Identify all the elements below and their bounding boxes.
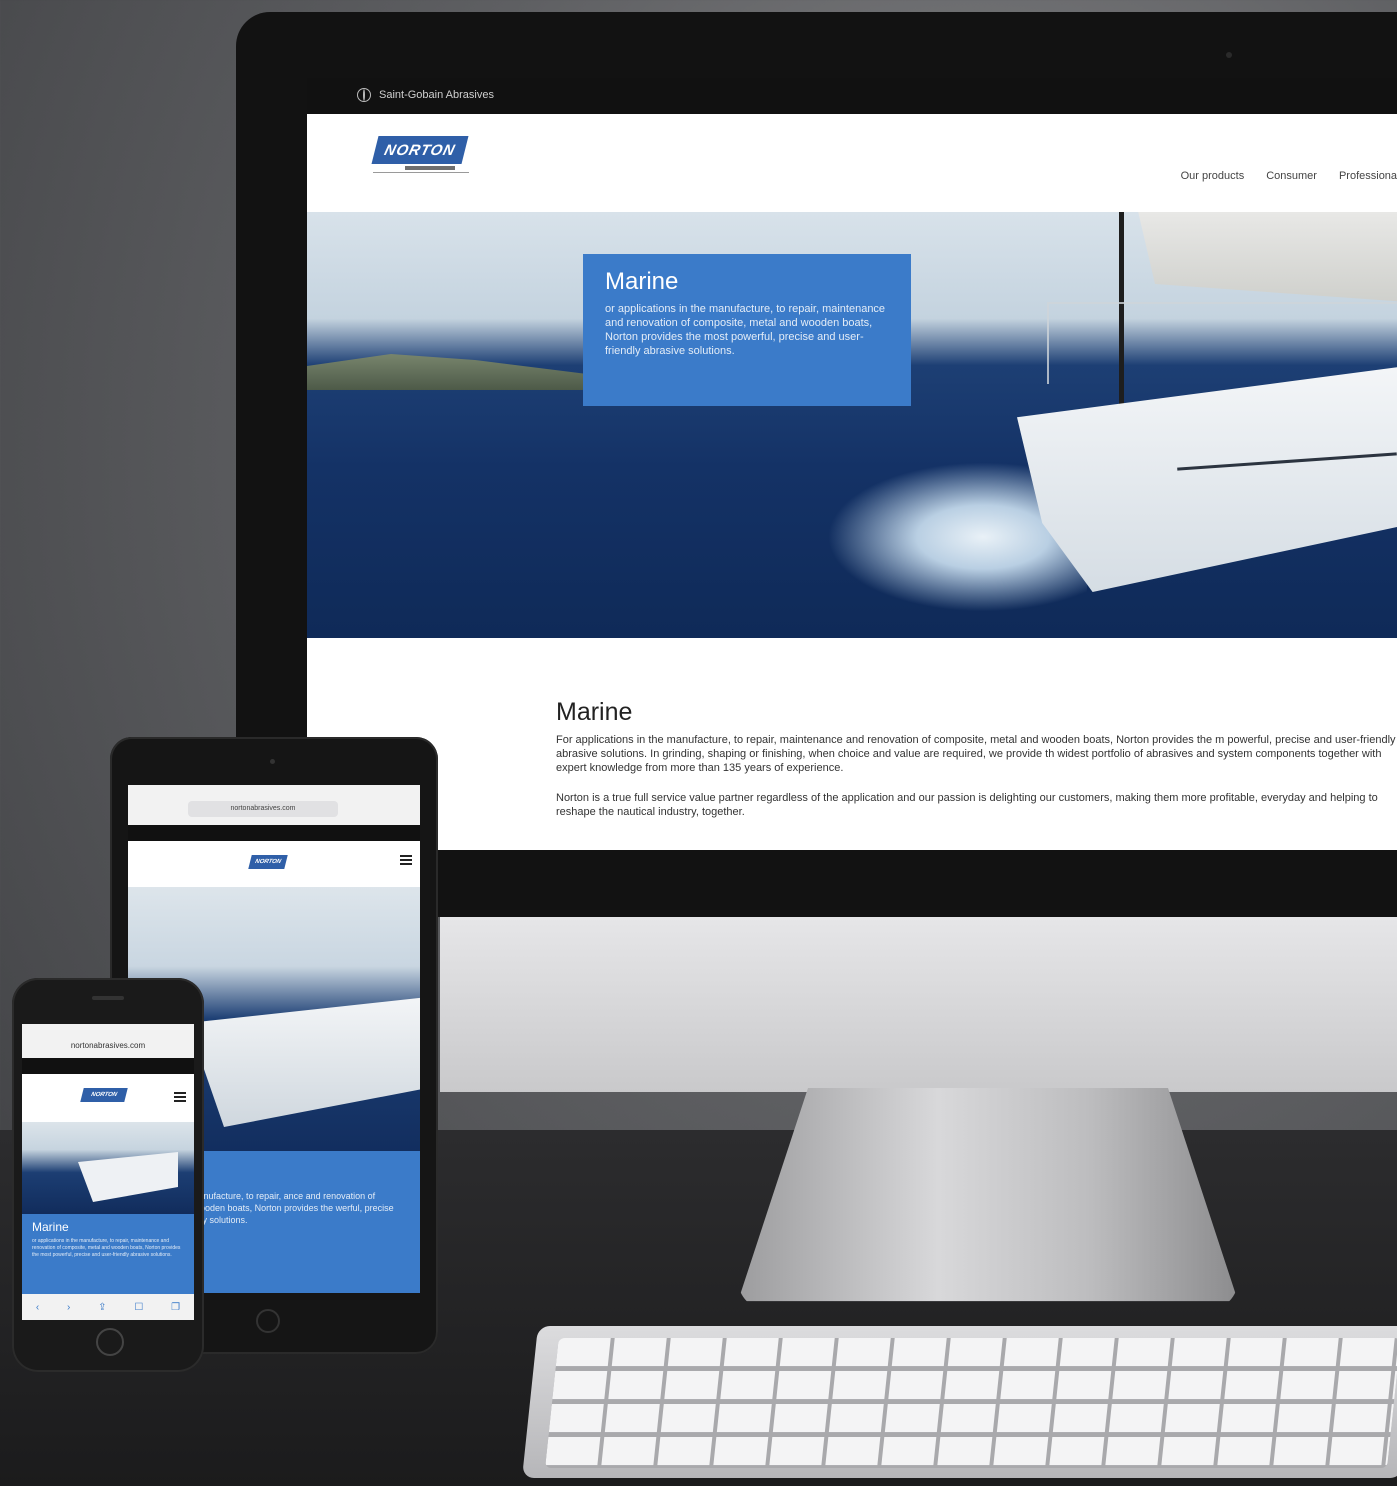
nav-professionals[interactable]: Professionals xyxy=(1339,170,1397,182)
coastline-image xyxy=(307,354,587,390)
phone-utility-bar xyxy=(22,1058,194,1074)
phone-norton-logo[interactable]: NORTON xyxy=(80,1088,128,1102)
nav-consumer[interactable]: Consumer xyxy=(1266,170,1317,182)
phone-hero-text-box: Marine or applications in the manufactur… xyxy=(22,1214,194,1294)
tablet-norton-logo[interactable]: NORTON xyxy=(248,855,288,869)
phone-webpage: nortonabrasives.com NORTON Marine or app… xyxy=(22,1024,194,1320)
forward-icon[interactable]: › xyxy=(67,1302,70,1313)
phone-speaker xyxy=(92,996,124,1000)
hero-banner: Marine or applications in the manufactur… xyxy=(307,212,1397,638)
tablet-utility-bar xyxy=(128,825,420,841)
deck-rail-image xyxy=(1047,302,1397,384)
tabs-icon[interactable]: ❐ xyxy=(171,1302,180,1313)
hero-title: Marine xyxy=(605,268,679,295)
phone-url-field[interactable]: nortonabrasives.com xyxy=(22,1034,194,1058)
tablet-header: NORTON xyxy=(128,841,420,887)
site-header: NORTON Our products Consumer Professiona… xyxy=(307,114,1397,212)
phone-hero-image xyxy=(22,1122,194,1214)
monitor-camera xyxy=(1226,52,1232,58)
monitor-chin xyxy=(440,917,1397,1092)
tablet-url-field[interactable]: nortonabrasives.com xyxy=(188,801,338,817)
content-paragraph-2: Norton is a true full service value part… xyxy=(556,792,1378,818)
content-paragraph-1: For applications in the manufacture, to … xyxy=(556,734,1396,774)
logo-underline xyxy=(373,172,469,173)
share-icon[interactable]: ⇪ xyxy=(98,1302,106,1313)
tablet-browser-bar: nortonabrasives.com xyxy=(128,795,420,825)
phone-header: NORTON xyxy=(22,1074,194,1122)
phone-device: nortonabrasives.com NORTON Marine or app… xyxy=(12,978,204,1372)
main-nav: Our products Consumer Professionals xyxy=(1181,170,1397,182)
phone-hero-title: Marine xyxy=(32,1220,69,1234)
back-icon[interactable]: ‹ xyxy=(36,1302,39,1313)
nav-our-products[interactable]: Our products xyxy=(1181,170,1245,182)
top-utility-bar: Saint-Gobain Abrasives xyxy=(307,78,1397,114)
phone-hamburger-menu-icon[interactable] xyxy=(174,1092,186,1102)
phone-status-bar xyxy=(22,1024,194,1034)
norton-logo[interactable]: NORTON xyxy=(371,136,469,164)
phone-sailboat-image xyxy=(78,1152,178,1202)
hero-description: or applications in the manufacture, to r… xyxy=(605,303,886,357)
tablet-status-bar xyxy=(128,785,420,795)
phone-browser-toolbar: ‹ › ⇪ ☐ ❐ xyxy=(22,1294,194,1320)
tablet-sailboat-image xyxy=(188,997,420,1127)
logo-subtitle xyxy=(405,166,455,170)
hamburger-menu-icon[interactable] xyxy=(400,855,412,865)
monitor-stand xyxy=(738,1088,1238,1302)
content-section: Marine For applications in the manufactu… xyxy=(556,698,1396,835)
keyboard-keys xyxy=(545,1338,1397,1468)
saint-gobain-link[interactable]: Saint-Gobain Abrasives xyxy=(379,89,494,101)
phone-hero-description: or applications in the manufacture, to r… xyxy=(32,1238,181,1258)
globe-icon[interactable] xyxy=(357,88,371,102)
keyboard xyxy=(522,1326,1397,1478)
content-title: Marine xyxy=(556,698,633,726)
tablet-home-button[interactable] xyxy=(256,1309,280,1333)
sail-image xyxy=(1138,212,1397,302)
desktop-webpage: Saint-Gobain Abrasives NORTON Our produc… xyxy=(307,78,1397,850)
phone-home-button[interactable] xyxy=(96,1328,124,1356)
sailboat-image xyxy=(1017,362,1397,592)
hero-text-box: Marine or applications in the manufactur… xyxy=(583,254,911,406)
bookmarks-icon[interactable]: ☐ xyxy=(134,1302,143,1313)
tablet-camera xyxy=(270,759,275,764)
